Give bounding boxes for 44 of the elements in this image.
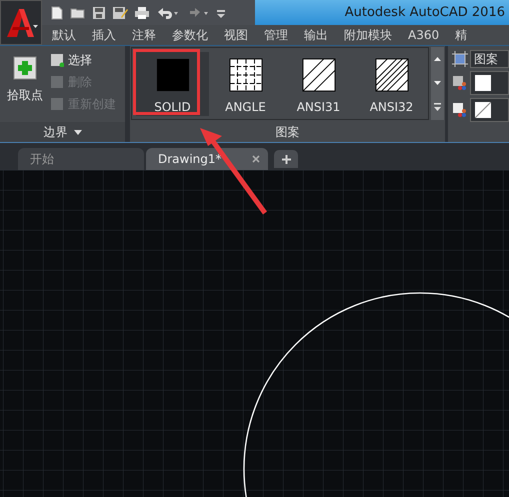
highlight-box — [133, 49, 200, 115]
save-icon[interactable] — [92, 6, 106, 20]
background-color-dropdown[interactable] — [470, 98, 509, 122]
ribbon-tab[interactable]: 注释 — [124, 26, 164, 44]
pick-points-button[interactable]: 拾取点 — [4, 51, 46, 122]
save-as-icon[interactable] — [112, 6, 128, 20]
gallery-scrollbar[interactable] — [431, 47, 444, 120]
hatch-color-icon — [452, 75, 468, 91]
ribbon-tab[interactable]: 插入 — [84, 26, 124, 44]
none-swatch-icon — [475, 102, 491, 118]
caret-icon[interactable] — [74, 130, 82, 134]
panel-title: 边界 — [44, 124, 68, 141]
color-swatch — [475, 75, 491, 91]
close-icon[interactable] — [252, 155, 260, 163]
hatch-type-dropdown[interactable]: 图案 — [470, 50, 509, 68]
window-title: Autodesk AutoCAD 2016 — [344, 4, 505, 22]
plus-icon — [13, 56, 37, 80]
ribbon-tab[interactable]: 输出 — [296, 26, 336, 44]
printer-icon[interactable] — [134, 6, 150, 20]
new-tab-button[interactable] — [274, 150, 298, 168]
application-button[interactable] — [0, 0, 42, 45]
ribbon-tab[interactable]: 参数化 — [164, 26, 216, 44]
ribbon-tab[interactable]: 管理 — [256, 26, 296, 44]
pattern-swatch[interactable]: SOLID — [136, 52, 209, 116]
ribbon-tab[interactable]: 默认 — [44, 26, 84, 44]
panel-title: 图案 — [276, 124, 300, 141]
hatch-color-dropdown[interactable] — [470, 71, 509, 95]
new-file-icon[interactable] — [50, 6, 64, 20]
ribbon-tab[interactable]: 附加模块 — [336, 26, 400, 44]
undo-icon[interactable] — [156, 6, 180, 20]
plus-icon — [282, 154, 290, 164]
hatch-type-icon — [452, 51, 468, 67]
boundary-item-button[interactable]: 选择 — [50, 51, 116, 69]
ribbon-tab[interactable]: A360 — [400, 26, 448, 44]
document-tab[interactable]: 开始 — [18, 148, 144, 170]
document-tab[interactable]: Drawing1* — [146, 148, 268, 170]
folder-icon[interactable] — [70, 6, 86, 20]
ribbon-tab[interactable]: 精 — [447, 26, 476, 44]
background-color-icon — [452, 102, 468, 118]
boundary-icon — [50, 75, 64, 89]
boundary-icon — [50, 97, 64, 111]
customize-icon[interactable] — [216, 8, 226, 18]
ribbon-tab[interactable]: 视图 — [216, 26, 256, 44]
boundary-icon — [50, 53, 64, 67]
